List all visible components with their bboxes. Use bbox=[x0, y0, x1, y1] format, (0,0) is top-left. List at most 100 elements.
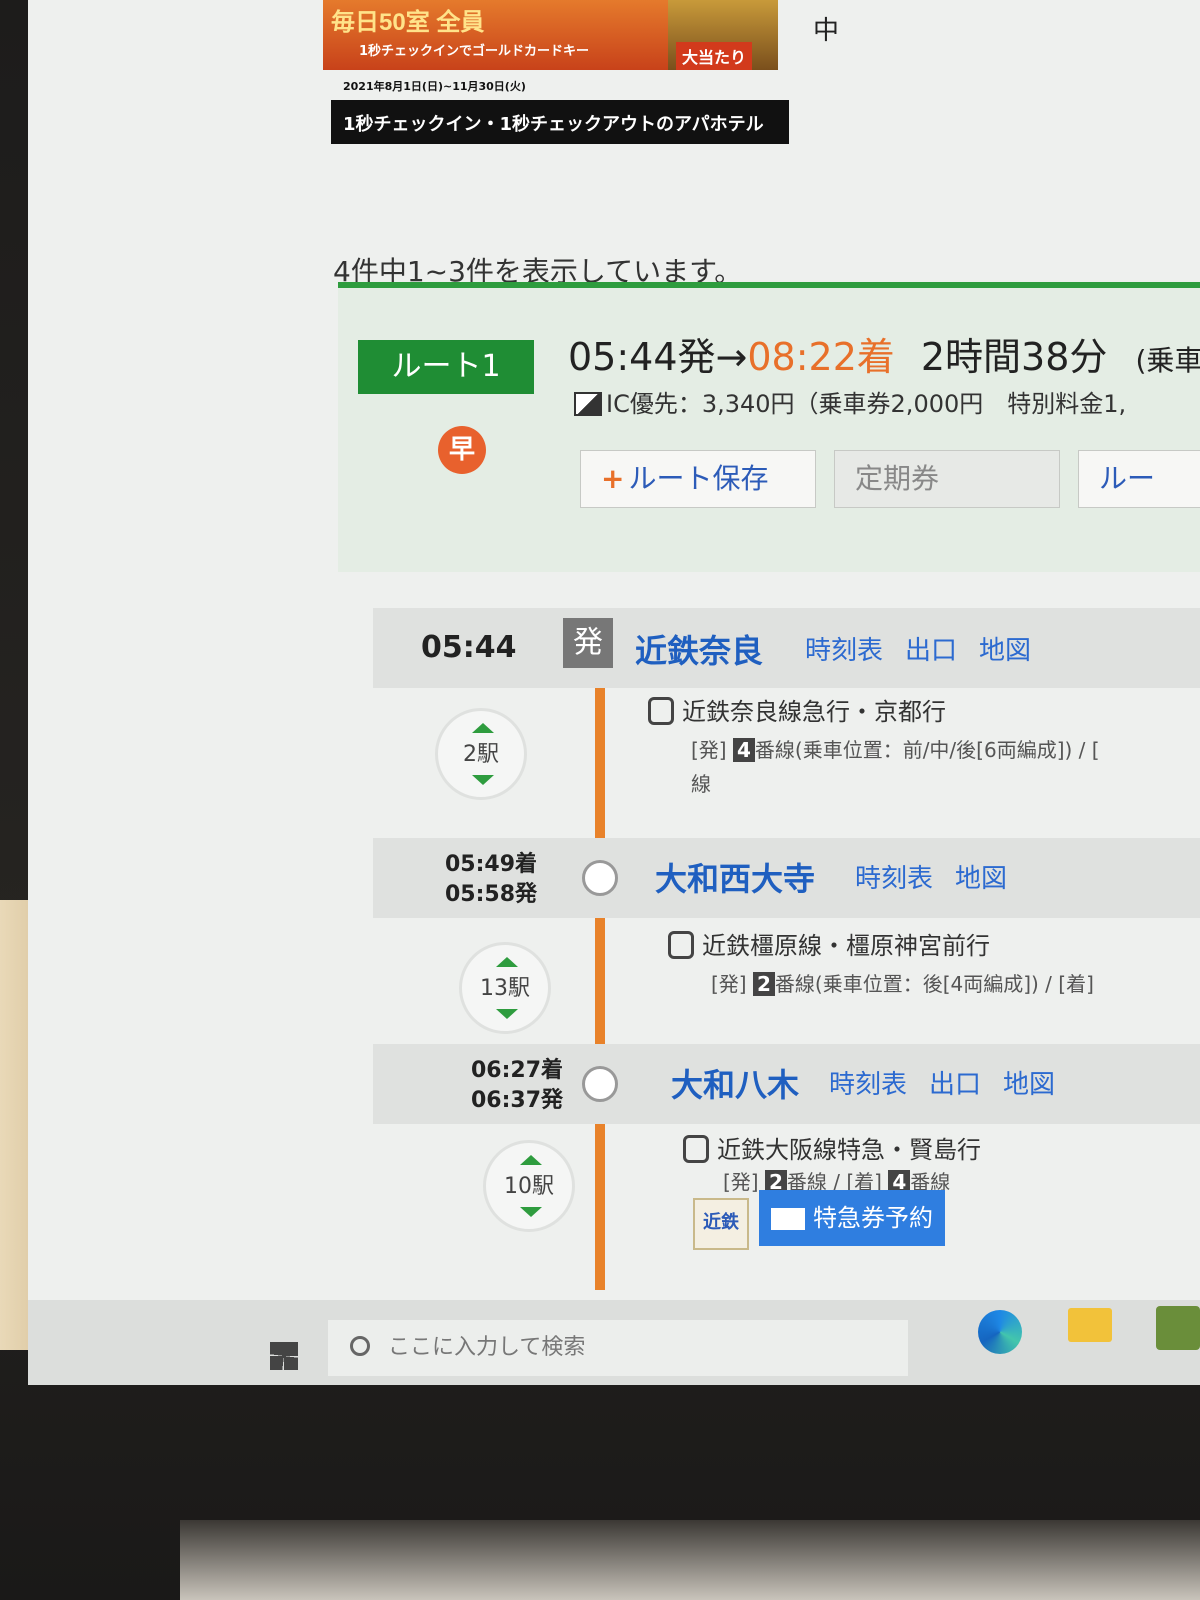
station-name[interactable]: 近鉄奈良 bbox=[635, 626, 763, 672]
taskbar-search-input[interactable]: ここに入力して検索 bbox=[328, 1320, 908, 1376]
station-links: 時刻表 地図 bbox=[855, 858, 1029, 895]
ic-card-icon bbox=[574, 392, 602, 416]
segment-line: 近鉄奈良線急行・京都行 bbox=[648, 692, 946, 727]
chevron-up-icon bbox=[496, 957, 518, 967]
screen: 毎日50室 全員 1秒チェックインでゴールドカードキー 大当たり 2021年8月… bbox=[28, 0, 1200, 1385]
segment-detail-wrap: 線 bbox=[691, 772, 711, 796]
commuter-pass-label: 定期券 bbox=[855, 462, 940, 495]
arrive-time: 05:49着 bbox=[445, 852, 538, 877]
duration: 2時間38分 bbox=[920, 335, 1108, 379]
depart-time: 05:44発 bbox=[568, 335, 716, 379]
ad-strip: 1秒チェックイン・1秒チェックアウトのアパホテル bbox=[331, 100, 789, 144]
chevron-up-icon bbox=[520, 1155, 542, 1165]
ticket-card-icon bbox=[771, 1208, 805, 1230]
exit-link[interactable]: 出口 bbox=[929, 1070, 981, 1100]
platform-number: 4 bbox=[732, 738, 755, 762]
route-line bbox=[595, 650, 605, 1290]
fast-badge: 早 bbox=[438, 426, 486, 474]
route-times: 05:44発→08:22着 2時間38分 (乗車 bbox=[568, 326, 1200, 381]
segment-line-name: 近鉄奈良線急行・京都行 bbox=[682, 698, 946, 726]
train-icon bbox=[668, 931, 694, 959]
windows-start-icon[interactable] bbox=[270, 1342, 298, 1370]
search-placeholder: ここに入力して検索 bbox=[388, 1335, 586, 1360]
platform-number: 2 bbox=[752, 972, 775, 996]
stops-toggle[interactable]: 2駅 bbox=[435, 708, 527, 800]
fare-text: IC優先：3,340円（乗車券2,000円 特別料金1, bbox=[606, 390, 1127, 418]
ad-side-text: 中 bbox=[813, 16, 840, 46]
duration-extra: (乗車 bbox=[1135, 344, 1200, 377]
platform-detail: 番線(乗車位置：後[4両編成]) / [着] bbox=[774, 972, 1094, 996]
train-icon bbox=[683, 1135, 709, 1163]
station-times: 05:49着 05:58発 bbox=[445, 850, 537, 910]
station-links: 時刻表 出口 地図 bbox=[829, 1064, 1077, 1101]
map-link[interactable]: 地図 bbox=[1003, 1070, 1055, 1100]
stops-count: 13駅 bbox=[480, 976, 530, 1001]
arrow: → bbox=[715, 335, 748, 379]
arrive-time: 08:22着 bbox=[747, 335, 895, 379]
timetable-link[interactable]: 時刻表 bbox=[855, 864, 933, 894]
station-name[interactable]: 大和西大寺 bbox=[655, 854, 815, 900]
fare: IC優先：3,340円（乗車券2,000円 特別料金1, bbox=[574, 384, 1126, 419]
ad-banner[interactable]: 毎日50室 全員 1秒チェックインでゴールドカードキー 大当たり 2021年8月… bbox=[323, 0, 793, 150]
express-ticket-button[interactable]: 特急券予約 bbox=[759, 1190, 945, 1246]
ad-title: 毎日50室 全員 bbox=[331, 9, 485, 36]
app-icon[interactable] bbox=[1156, 1306, 1200, 1350]
depart-time: 06:37発 bbox=[471, 1088, 564, 1113]
map-link[interactable]: 地図 bbox=[955, 864, 1007, 894]
ad-badge-image: 大当たり bbox=[668, 0, 778, 70]
station-name[interactable]: 大和八木 bbox=[671, 1060, 799, 1106]
segment-detail: [発] 2 番線(乗車位置：後[4両編成]) / [着] bbox=[711, 968, 1094, 997]
taskbar: ここに入力して検索 bbox=[28, 1300, 1200, 1385]
chevron-down-icon bbox=[472, 775, 494, 785]
platform-detail: 番線(乗車位置：前/中/後[6両編成]) / [ bbox=[754, 738, 1100, 762]
station-node bbox=[582, 860, 618, 896]
stops-toggle[interactable]: 13駅 bbox=[459, 942, 551, 1034]
segment-line-name: 近鉄橿原線・橿原神宮前行 bbox=[702, 932, 990, 960]
chevron-down-icon bbox=[496, 1009, 518, 1019]
route-share-label: ルー bbox=[1099, 462, 1156, 495]
timetable-link[interactable]: 時刻表 bbox=[829, 1070, 907, 1100]
plus-icon: + bbox=[601, 462, 625, 495]
station-node bbox=[582, 1066, 618, 1102]
edge-browser-icon[interactable] bbox=[978, 1310, 1022, 1354]
segment-detail: [発] 4 番線(乗車位置：前/中/後[6両編成]) / [ bbox=[691, 734, 1100, 763]
stops-toggle[interactable]: 10駅 bbox=[483, 1140, 575, 1232]
ad-period: 2021年8月1日(日)~11月30日(火) bbox=[343, 80, 526, 93]
segment-line: 近鉄大阪線特急・賢島行 bbox=[683, 1130, 981, 1165]
file-explorer-icon[interactable] bbox=[1068, 1308, 1112, 1342]
departure-mark: 発 bbox=[563, 618, 613, 668]
arrive-time: 06:27着 bbox=[471, 1058, 564, 1083]
express-ticket-label: 特急券予約 bbox=[813, 1204, 933, 1232]
chevron-up-icon bbox=[472, 723, 494, 733]
itinerary: 05:44 発 近鉄奈良 時刻表 出口 地図 近鉄奈良線急行・京都行 [発] 4 番線… bbox=[373, 600, 1200, 1300]
stops-count: 10駅 bbox=[504, 1174, 554, 1199]
station-row: 05:44 発 近鉄奈良 時刻表 出口 地図 bbox=[373, 608, 1200, 688]
station-row: 05:49着 05:58発 大和西大寺 時刻表 地図 bbox=[373, 838, 1200, 918]
map-link[interactable]: 地図 bbox=[979, 636, 1031, 666]
route-card: ルート1 早 05:44発→08:22着 2時間38分 (乗車 IC優先：3,34… bbox=[338, 282, 1200, 572]
search-icon bbox=[350, 1336, 370, 1356]
depart-prefix: [発] bbox=[691, 738, 727, 762]
station-row: 06:27着 06:37発 大和八木 時刻表 出口 地図 bbox=[373, 1044, 1200, 1124]
ad-badge-label: 大当たり bbox=[676, 42, 753, 70]
station-links: 時刻表 出口 地図 bbox=[805, 630, 1053, 667]
train-icon bbox=[648, 697, 674, 725]
commuter-pass-button[interactable]: 定期券 bbox=[834, 450, 1060, 508]
segment-line-name: 近鉄大阪線特急・賢島行 bbox=[717, 1136, 981, 1164]
station-times: 06:27着 06:37発 bbox=[471, 1056, 563, 1116]
save-route-button[interactable]: + ルート保存 bbox=[580, 450, 816, 508]
segment-line: 近鉄橿原線・橿原神宮前行 bbox=[668, 926, 990, 961]
route-label[interactable]: ルート1 bbox=[358, 340, 534, 394]
chevron-down-icon bbox=[520, 1207, 542, 1217]
station-time: 05:44 bbox=[421, 630, 517, 665]
depart-prefix: [発] bbox=[723, 1170, 759, 1194]
laptop-base bbox=[180, 1520, 1200, 1600]
exit-link[interactable]: 出口 bbox=[905, 636, 957, 666]
depart-time: 05:58発 bbox=[445, 882, 538, 907]
save-route-label: ルート保存 bbox=[628, 462, 769, 495]
ad-main-image: 毎日50室 全員 1秒チェックインでゴールドカードキー bbox=[323, 0, 668, 70]
timetable-link[interactable]: 時刻表 bbox=[805, 636, 883, 666]
kintetsu-logo: 近鉄 bbox=[693, 1198, 749, 1250]
route-share-button[interactable]: ルー bbox=[1078, 450, 1200, 508]
ad-subtitle: 1秒チェックインでゴールドカードキー bbox=[359, 44, 590, 59]
